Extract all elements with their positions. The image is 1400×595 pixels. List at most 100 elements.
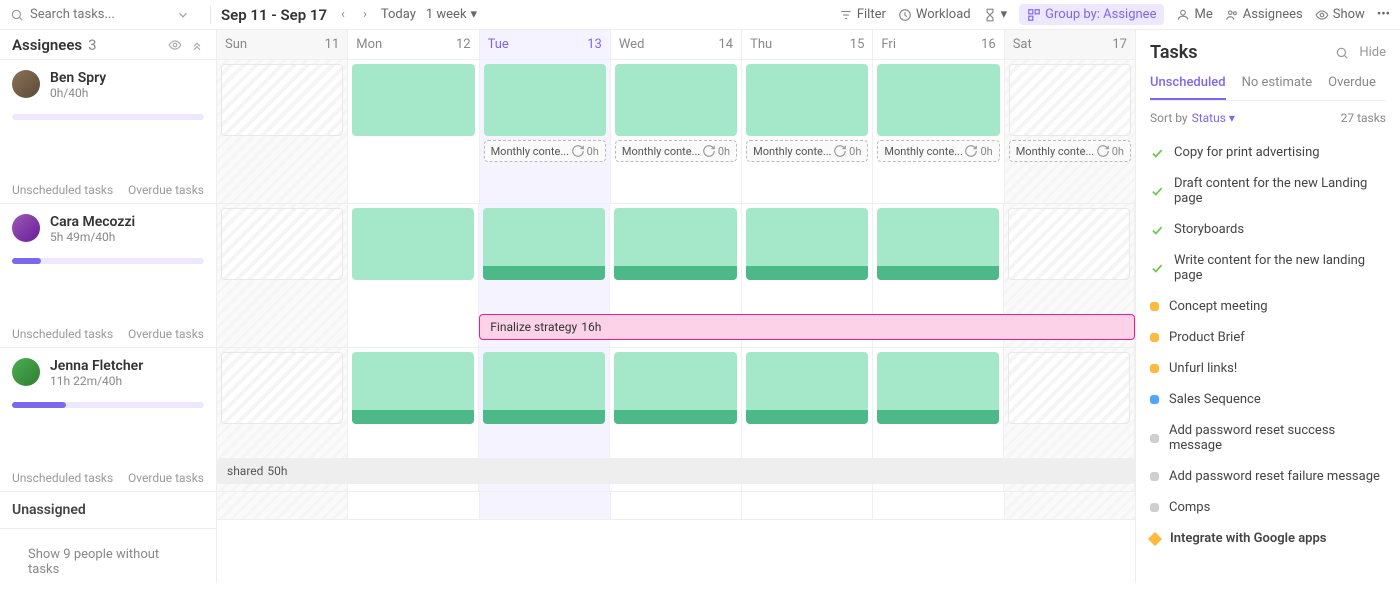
capacity-block[interactable] <box>614 352 736 424</box>
workload-button[interactable]: Workload <box>898 7 971 22</box>
day-cell[interactable]: Monthly conte...0h <box>1005 60 1135 203</box>
task-item[interactable]: Add password reset success message <box>1150 415 1386 461</box>
progress-bar <box>12 258 204 264</box>
status-square-icon <box>1150 503 1159 512</box>
day-cell[interactable] <box>348 492 479 519</box>
capacity-block[interactable] <box>615 64 737 136</box>
capacity-block[interactable] <box>352 352 474 424</box>
search-icon[interactable] <box>1335 46 1349 60</box>
task-item[interactable]: Copy for print advertising <box>1150 137 1386 168</box>
show-button[interactable]: Show <box>1315 7 1365 22</box>
task-bar-shared[interactable]: shared50h <box>217 458 1135 484</box>
task-item[interactable]: Draft content for the new Landing page <box>1150 168 1386 214</box>
more-button[interactable]: ••• <box>1377 7 1390 22</box>
task-bar-finalize[interactable]: Finalize strategy16h <box>479 314 1135 340</box>
next-week-button[interactable]: › <box>359 7 371 22</box>
eye-icon[interactable] <box>168 38 182 52</box>
tab-overdue[interactable]: Overdue <box>1328 75 1376 100</box>
day-cell[interactable] <box>1005 492 1135 519</box>
unassigned-row[interactable]: Unassigned <box>0 492 216 529</box>
task-item[interactable]: Integrate with Google apps <box>1150 523 1386 554</box>
hide-button[interactable]: Hide <box>1359 45 1386 60</box>
show-people-link[interactable]: Show 9 people without tasks <box>0 529 216 595</box>
overdue-link[interactable]: Overdue tasks <box>128 327 204 341</box>
capacity-block[interactable] <box>877 352 999 424</box>
task-chip[interactable]: Monthly conte...0h <box>484 140 606 162</box>
unscheduled-link[interactable]: Unscheduled tasks <box>12 471 113 485</box>
capacity-block[interactable] <box>483 208 605 280</box>
day-cell[interactable] <box>348 60 479 203</box>
task-item[interactable]: Product Brief <box>1150 322 1386 353</box>
day-cell[interactable] <box>611 492 742 519</box>
capacity-block[interactable] <box>352 64 474 136</box>
task-item[interactable]: Concept meeting <box>1150 291 1386 322</box>
capacity-block[interactable] <box>746 208 868 280</box>
search-box[interactable] <box>10 7 200 22</box>
avatar[interactable] <box>12 70 40 98</box>
overdue-link[interactable]: Overdue tasks <box>128 471 204 485</box>
task-item[interactable]: Unfurl links! <box>1150 353 1386 384</box>
day-cell[interactable]: Monthly conte...0h <box>742 60 873 203</box>
overdue-link[interactable]: Overdue tasks <box>128 183 204 197</box>
collapse-icon[interactable] <box>190 38 204 52</box>
grid-row: Finalize strategy16h <box>217 204 1135 348</box>
day-cell[interactable] <box>348 204 479 347</box>
day-cell[interactable]: Monthly conte...0h <box>873 60 1004 203</box>
day-cell[interactable] <box>217 492 348 519</box>
status-square-icon <box>1150 302 1159 311</box>
workload-icon <box>898 8 912 22</box>
chevron-down-icon[interactable] <box>176 8 190 22</box>
weekend-placeholder <box>221 208 343 280</box>
tab-noestimate[interactable]: No estimate <box>1242 75 1313 100</box>
task-label: Monthly conte... <box>753 145 831 158</box>
day-cell[interactable]: Monthly conte...0h <box>480 60 611 203</box>
avatar[interactable] <box>12 358 40 386</box>
me-button[interactable]: Me <box>1176 7 1212 22</box>
capacity-block[interactable] <box>352 208 474 280</box>
avatar[interactable] <box>12 214 40 242</box>
task-item[interactable]: Sales Sequence <box>1150 384 1386 415</box>
day-cell[interactable] <box>217 204 348 347</box>
day-of-week: Sun <box>225 37 247 52</box>
task-item[interactable]: Write content for the new landing page <box>1150 245 1386 291</box>
sort-dropdown[interactable]: Status ▾ <box>1192 111 1235 125</box>
filter-button[interactable]: Filter <box>839 7 886 22</box>
capacity-block[interactable] <box>614 208 736 280</box>
assignees-button[interactable]: Assignees <box>1225 7 1303 22</box>
period-dropdown[interactable]: 1 week ▾ <box>426 7 477 22</box>
day-cell[interactable]: Monthly conte...0h <box>611 60 742 203</box>
task-chip[interactable]: Monthly conte...0h <box>615 140 737 162</box>
tasks-panel-title: Tasks <box>1150 42 1198 63</box>
capacity-block[interactable] <box>877 208 999 280</box>
capacity-block[interactable] <box>484 64 606 136</box>
search-input[interactable] <box>30 7 170 22</box>
day-cell[interactable] <box>480 492 611 519</box>
assignee-name[interactable]: Cara Mecozzi <box>50 214 135 230</box>
groupby-button[interactable]: Group by: Assignee <box>1019 4 1164 25</box>
unscheduled-link[interactable]: Unscheduled tasks <box>12 327 113 341</box>
assignee-name[interactable]: Ben Spry <box>50 70 106 86</box>
day-cell[interactable] <box>742 492 873 519</box>
task-chip[interactable]: Monthly conte...0h <box>877 140 999 162</box>
tab-unscheduled[interactable]: Unscheduled <box>1150 75 1226 100</box>
task-chip[interactable]: Monthly conte...0h <box>746 140 868 162</box>
assignee-name[interactable]: Jenna Fletcher <box>50 358 143 374</box>
day-cell[interactable] <box>217 60 348 203</box>
capacity-block[interactable] <box>483 352 605 424</box>
today-button[interactable]: Today <box>381 7 416 22</box>
task-chip[interactable]: Monthly conte...0h <box>1009 140 1131 162</box>
hourglass-button[interactable]: ▾ <box>983 7 1008 22</box>
day-cell[interactable] <box>873 492 1004 519</box>
capacity-block[interactable] <box>746 352 868 424</box>
capacity-block[interactable] <box>746 64 868 136</box>
prev-week-button[interactable]: ‹ <box>337 7 349 22</box>
task-item[interactable]: Comps <box>1150 492 1386 523</box>
day-of-week: Fri <box>881 37 896 52</box>
capacity-block[interactable] <box>877 64 999 136</box>
task-item[interactable]: Storyboards <box>1150 214 1386 245</box>
status-square-icon <box>1150 395 1159 404</box>
task-item[interactable]: Add password reset failure message <box>1150 461 1386 492</box>
day-of-month: 13 <box>587 37 602 52</box>
weekend-placeholder <box>221 64 343 136</box>
unscheduled-link[interactable]: Unscheduled tasks <box>12 183 113 197</box>
